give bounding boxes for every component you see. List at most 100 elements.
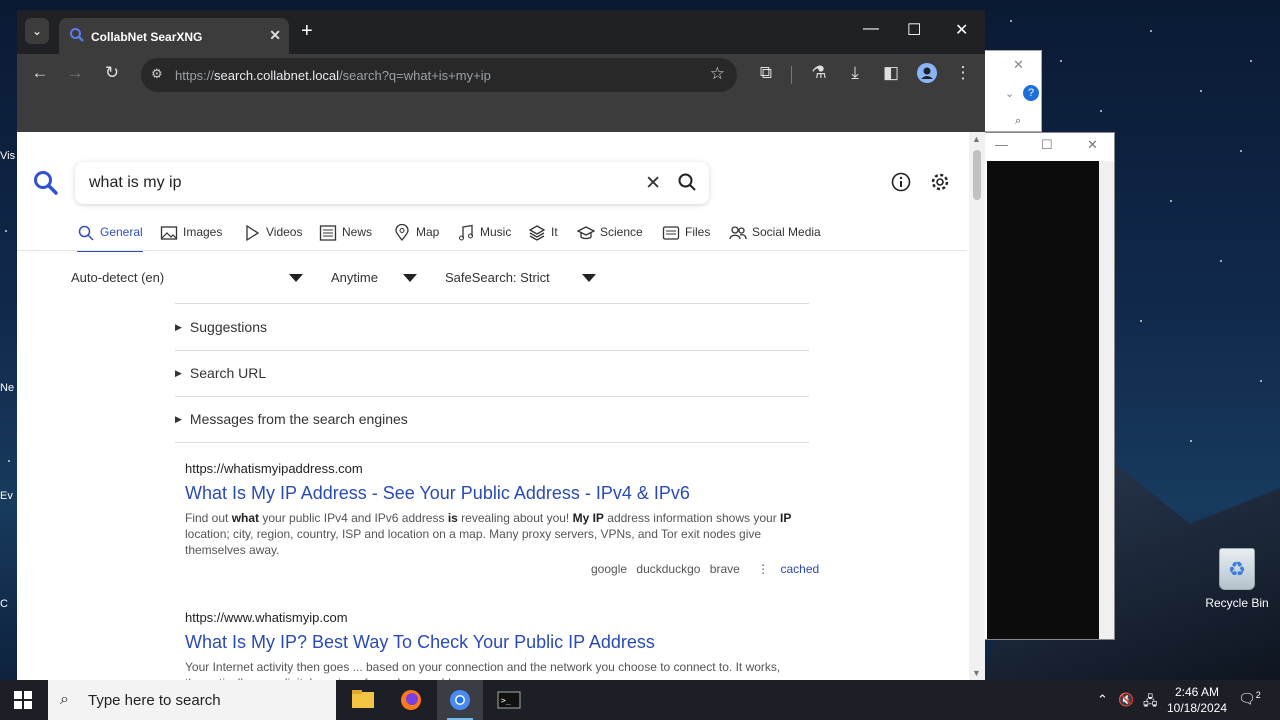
tab-videos[interactable]: Videos [243,224,302,252]
taskbar-clock[interactable]: 2:46 AM 10/18/2024 [1162,684,1232,716]
notification-center-icon[interactable]: 🗨2 [1238,690,1261,708]
search-icon: ⌕ [60,691,69,708]
chrome-app[interactable] [437,680,483,720]
suggestions-toggle[interactable]: Suggestions [175,319,267,335]
tab-science[interactable]: Science [576,224,643,252]
taskbar-search[interactable]: ⌕ Type here to search [48,680,336,720]
layers-icon [528,224,546,242]
maximize-icon[interactable]: ☐ [1041,137,1053,153]
search-url-toggle[interactable]: Search URL [175,365,266,381]
profile-avatar-icon[interactable] [915,63,939,88]
firefox-icon [401,690,421,710]
minimize-icon[interactable]: — [995,137,1008,152]
address-url[interactable]: https://search.collabnet.local/search?q=… [175,68,491,83]
tab-images[interactable]: Images [160,224,222,252]
firefox-app[interactable] [388,680,434,720]
result-url[interactable]: https://www.whatismyip.com [185,610,805,625]
clock-date: 10/18/2024 [1166,701,1228,715]
newspaper-icon [319,224,337,242]
extensions-icon[interactable]: ⧉ [754,63,778,83]
taskbar: ⌕ Type here to search >_ ⌃ 🔇 🖧 2:46 AM 1… [0,680,1280,720]
desktop-icon-label[interactable]: Ne [0,382,18,394]
searxng-logo-icon[interactable] [33,170,59,196]
engine-messages-toggle[interactable]: Messages from the search engines [175,411,408,427]
divider [175,396,809,397]
toolbar-separator [791,66,792,84]
speaker-muted-icon[interactable]: 🔇 [1118,692,1134,708]
background-terminal-window[interactable]: — ☐ ✕ [984,132,1115,640]
file-explorer-app[interactable] [340,680,386,720]
tab-general[interactable]: General [77,224,143,252]
language-select[interactable]: Auto-detect (en) [71,270,164,285]
address-bar[interactable]: ⚙ https://search.collabnet.local/search?… [141,58,737,92]
gear-icon[interactable] [930,172,950,192]
clear-search-icon[interactable]: ✕ [645,172,661,195]
terminal-output [987,161,1099,639]
search-box[interactable]: what is my ip ✕ [75,162,709,204]
notification-count: 2 [1255,690,1261,700]
labs-flask-icon[interactable]: ⚗ [807,63,831,83]
side-panel-icon[interactable]: ◧ [879,63,903,83]
bookmark-star-icon[interactable]: ☆ [710,64,725,84]
terminal-icon: >_ [497,691,521,709]
desktop-icon-label[interactable]: C [0,598,18,610]
tab-it[interactable]: It [528,224,558,252]
download-icon[interactable]: ⤓ [843,63,867,83]
recycle-bin-icon [1219,548,1255,590]
close-window-button[interactable]: ✕ [955,20,968,40]
desktop-icon-label[interactable]: Vis [0,150,18,162]
network-icon[interactable]: 🖧 [1143,692,1158,714]
tab-music[interactable]: Music [457,224,511,252]
tab-close-icon[interactable]: ✕ [269,27,281,44]
image-icon [160,224,178,242]
engine-label: google [591,562,628,576]
help-icon[interactable]: ? [1023,85,1039,101]
background-window[interactable]: ✕ ⌄ ? ⌕ [984,50,1042,132]
chevron-down-icon[interactable] [289,274,303,282]
scrollbar[interactable] [1099,161,1114,639]
tab-social-media[interactable]: Social Media [729,224,821,252]
play-icon [243,224,261,242]
tab-map[interactable]: Map [393,223,439,252]
new-tab-button[interactable]: + [301,20,313,43]
snippet-text: Your Internet activity then goes ... bas… [185,660,781,680]
chevron-down-icon[interactable] [403,274,417,282]
chevron-down-icon[interactable]: ⌄ [1005,87,1014,100]
tab-active[interactable]: CollabNet SearXNG ✕ [59,18,289,54]
result-title-link[interactable]: What Is My IP? Best Way To Check Your Pu… [185,632,805,653]
safesearch-select[interactable]: SafeSearch: Strict [445,270,550,285]
people-icon [729,224,747,242]
desktop-icon-label[interactable]: Ev [0,490,18,502]
reload-icon[interactable]: ↻ [100,63,124,83]
divider [175,442,809,443]
result-title-link[interactable]: What Is My IP Address - See Your Public … [185,483,805,504]
cached-link[interactable]: cached [781,562,820,576]
close-icon[interactable]: ✕ [1013,57,1024,73]
taskbar-search-placeholder: Type here to search [88,692,221,709]
tab-search-button[interactable]: ⌄ [25,18,49,44]
windows-start-icon[interactable] [14,691,32,709]
maximize-button[interactable]: ☐ [907,20,921,40]
menu-kebab-icon[interactable]: ⋮ [951,63,975,83]
menu-kebab-icon[interactable]: ⋮ [757,562,769,576]
search-input[interactable]: what is my ip [89,174,181,192]
chevron-up-icon[interactable]: ⌃ [1097,692,1108,708]
scrollbar-thumb[interactable] [973,150,981,200]
snippet-text: address information shows your [603,511,781,525]
search-submit-icon[interactable] [677,172,697,192]
result-engines: google duckduckgo brave ⋮ cached [591,562,825,576]
time-range-select[interactable]: Anytime [331,270,378,285]
tab-files[interactable]: Files [662,224,710,252]
info-icon[interactable] [891,172,911,192]
page-scrollbar[interactable]: ▲ ▼ [969,132,985,680]
back-icon[interactable]: ← [28,63,52,83]
close-icon[interactable]: ✕ [1087,137,1098,153]
chevron-down-icon[interactable] [582,274,596,282]
minimize-button[interactable]: — [863,20,879,38]
terminal-app[interactable]: >_ [486,680,532,720]
forward-icon[interactable]: → [63,63,87,83]
tab-news[interactable]: News [319,224,372,252]
recycle-bin[interactable]: Recycle Bin [1202,548,1272,610]
result-url[interactable]: https://whatismyipaddress.com [185,461,805,476]
site-info-icon[interactable]: ⚙ [151,66,167,82]
